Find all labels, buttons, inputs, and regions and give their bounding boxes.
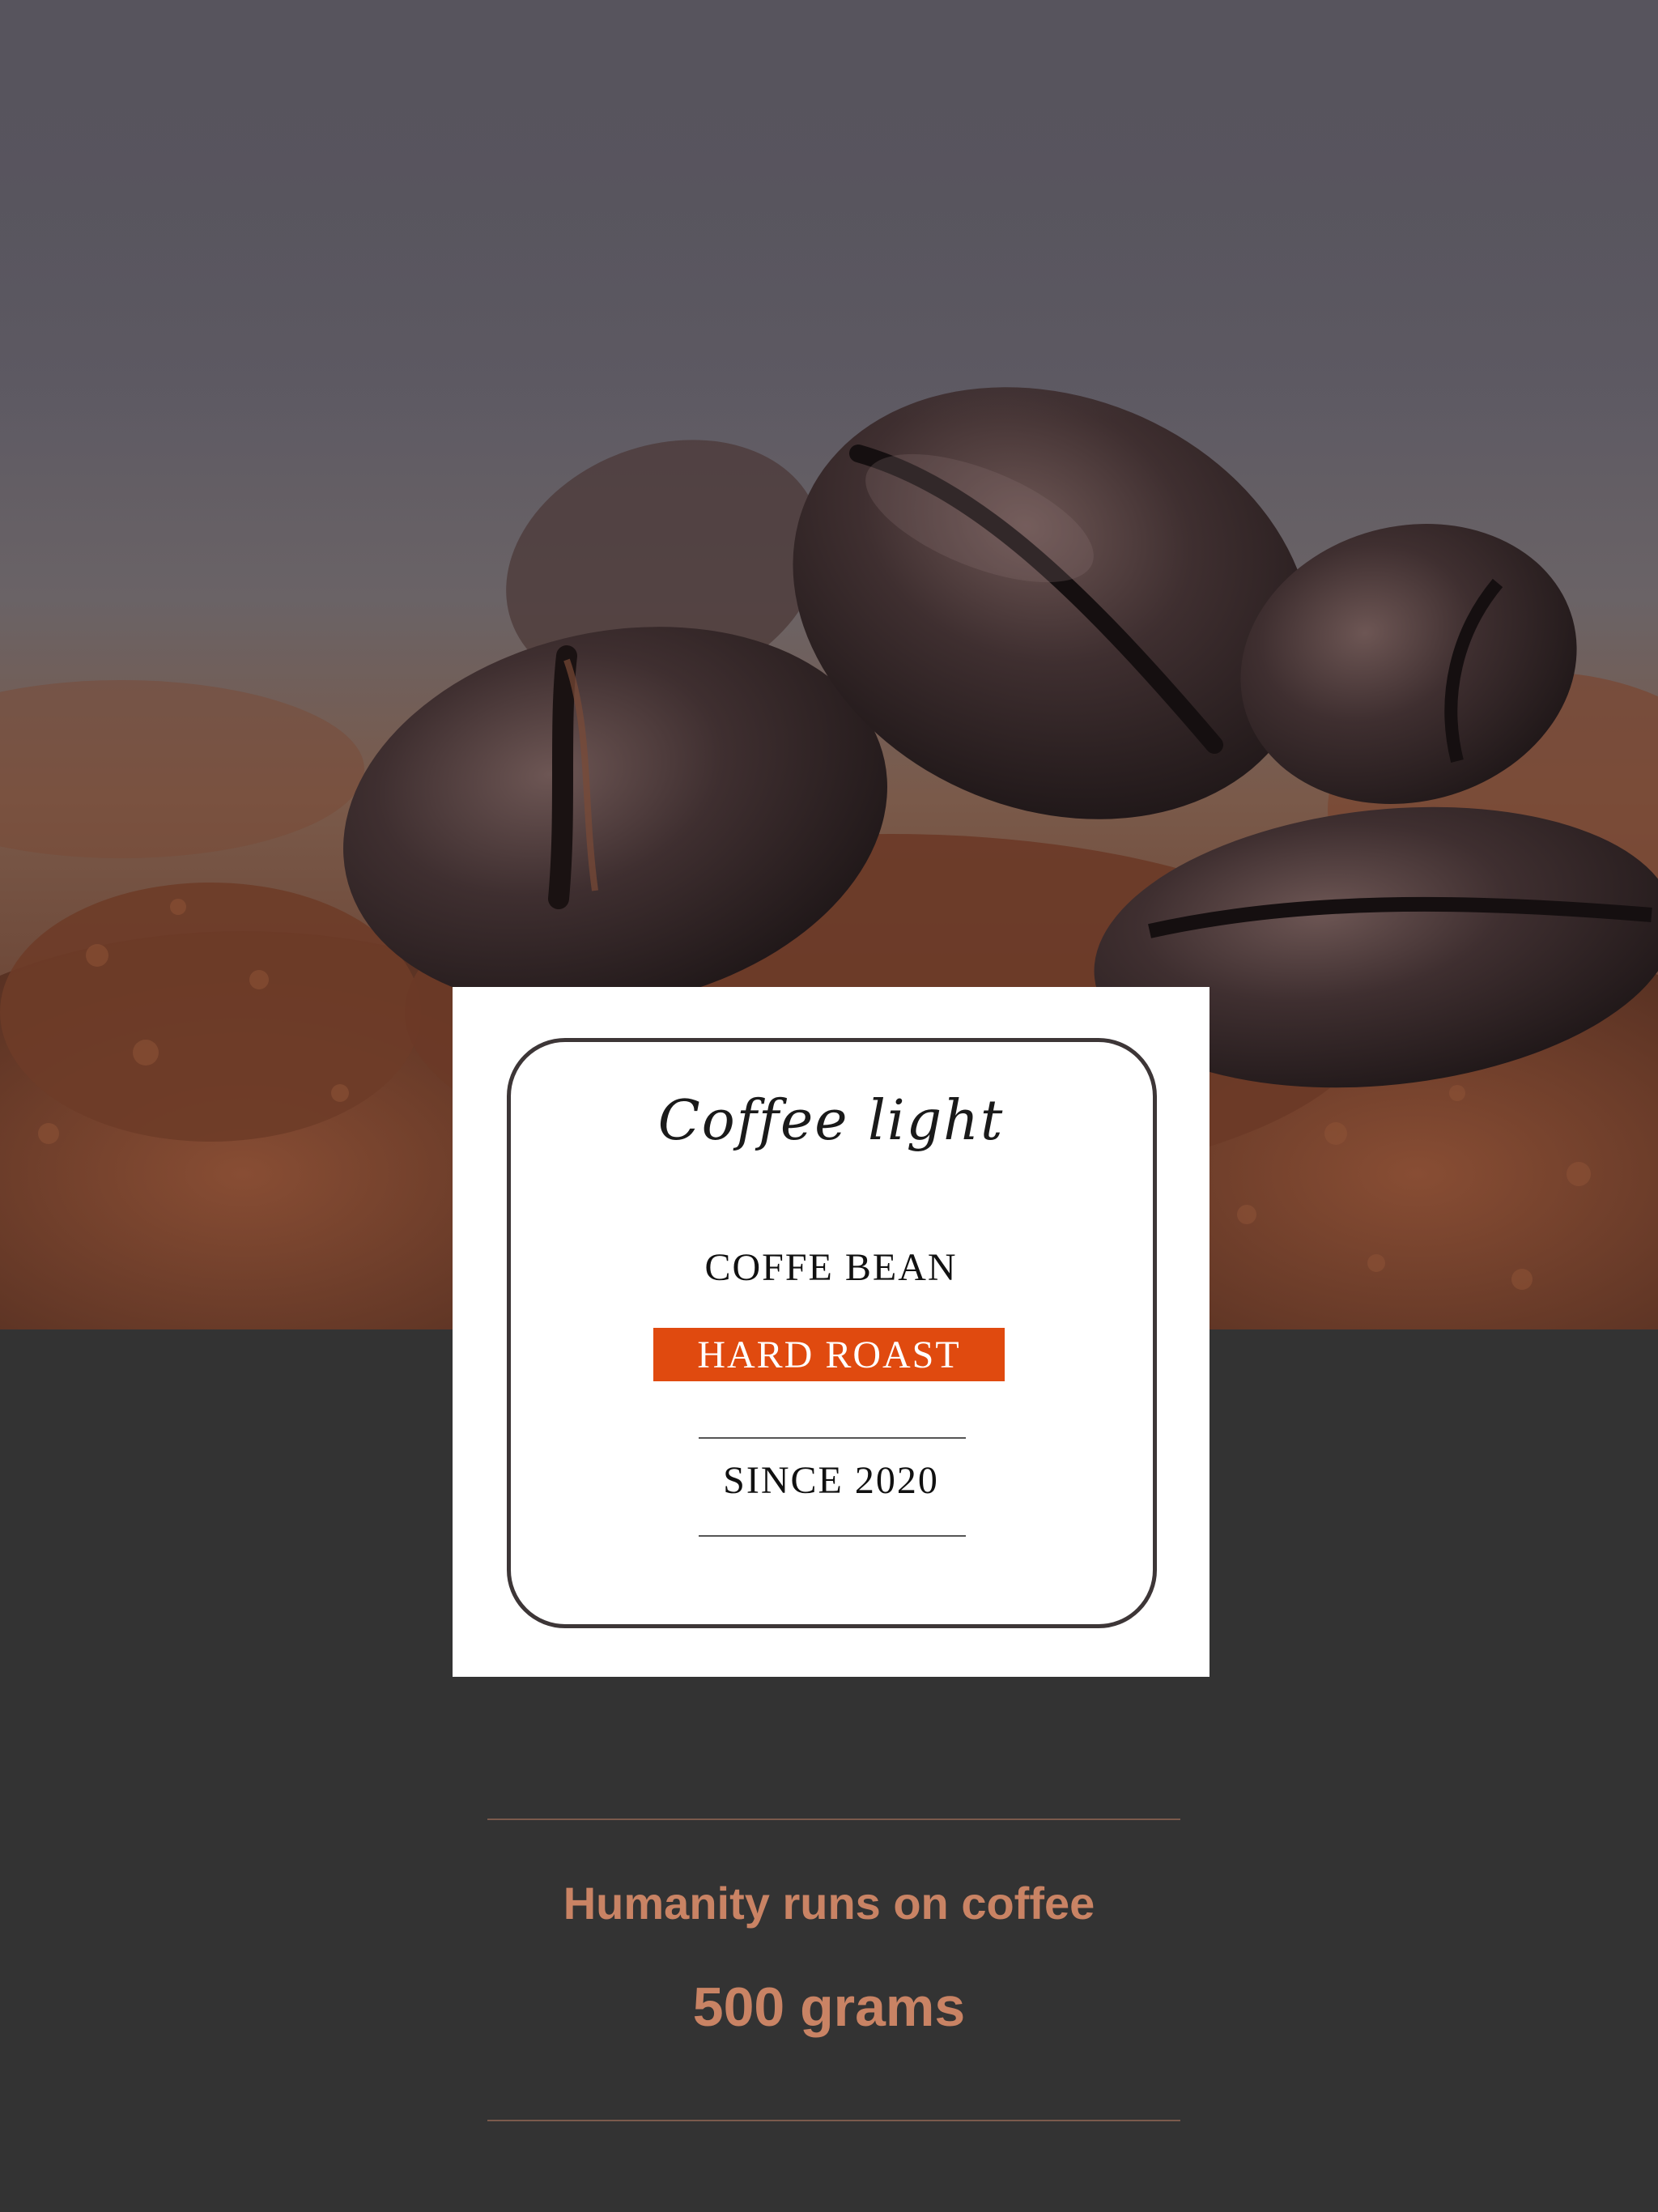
footer-divider-top [487,1819,1180,1820]
product-label: Coffee light COFFE BEAN HARD ROAST SINCE… [453,987,1209,1677]
roast-badge: HARD ROAST [653,1328,1005,1381]
tagline: Humanity runs on coffee [563,1878,1095,1929]
package-page: Coffee light COFFE BEAN HARD ROAST SINCE… [0,0,1658,2212]
since-year: SINCE 2020 [723,1459,939,1502]
divider-bottom [699,1535,966,1537]
divider-top [699,1437,966,1439]
brand-name: Coffee light [657,1089,1005,1153]
net-weight: 500 grams [692,1976,966,2038]
footer-divider-bottom [487,2120,1180,2121]
product-name: COFFE BEAN [704,1246,958,1289]
